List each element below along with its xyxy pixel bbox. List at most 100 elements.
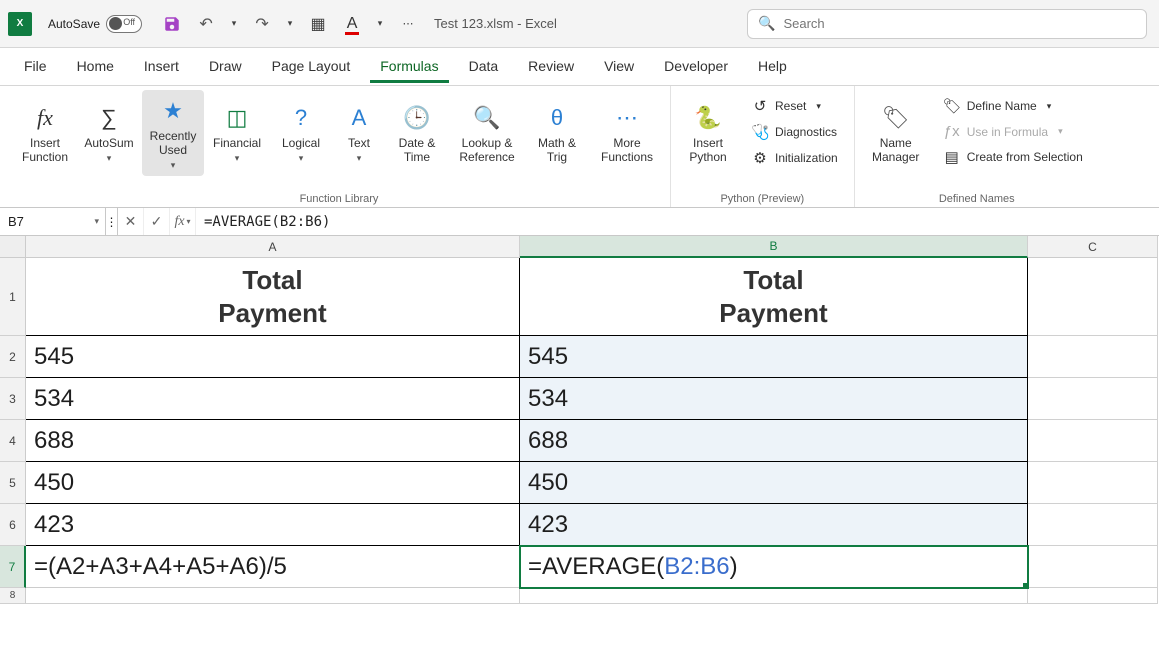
undo-button[interactable]: ↶ (194, 12, 218, 36)
cell-C5[interactable] (1028, 462, 1158, 504)
cell-B5[interactable]: 450 (520, 462, 1028, 504)
insert-function-button[interactable]: fx Insert Function (14, 90, 76, 176)
cell-A1[interactable]: TotalPayment (26, 258, 520, 336)
create-selection-icon: ▤ (943, 148, 961, 166)
worksheet-grid[interactable]: A B C 1 TotalPayment TotalPayment 2 545 … (0, 236, 1159, 653)
row-header-8[interactable]: 8 (0, 588, 26, 604)
tab-home[interactable]: Home (67, 52, 124, 83)
logical-button[interactable]: ? Logical▾ (270, 90, 332, 176)
cell-B7[interactable]: =AVERAGE(B2:B6) (520, 546, 1028, 588)
tab-view[interactable]: View (594, 52, 644, 83)
search-box[interactable]: 🔍 (747, 9, 1147, 39)
cell-B6[interactable]: 423 (520, 504, 1028, 546)
cancel-formula-button[interactable]: ✕ (118, 208, 144, 235)
row-header-4[interactable]: 4 (0, 420, 26, 462)
cell-A2[interactable]: 545 (26, 336, 520, 378)
redo-button[interactable]: ↷ (250, 12, 274, 36)
tab-review[interactable]: Review (518, 52, 584, 83)
row-header-3[interactable]: 3 (0, 378, 26, 420)
cell-C3[interactable] (1028, 378, 1158, 420)
row-header-6[interactable]: 6 (0, 504, 26, 546)
cell-B8[interactable] (520, 588, 1028, 604)
select-all-corner[interactable] (0, 236, 26, 258)
autosave-toggle[interactable]: Off (106, 15, 142, 33)
diagnostics-button[interactable]: 🩺 Diagnostics (745, 120, 844, 144)
reset-icon: ↺ (751, 97, 769, 115)
tab-help[interactable]: Help (748, 52, 797, 83)
redo-dropdown[interactable]: ▾ (284, 12, 296, 36)
cell-A6[interactable]: 423 (26, 504, 520, 546)
cell-C1[interactable] (1028, 258, 1158, 336)
lookup-icon: 🔍 (472, 103, 502, 133)
init-icon: ⚙ (751, 149, 769, 167)
diagnostics-icon: 🩺 (751, 123, 769, 141)
cell-C6[interactable] (1028, 504, 1158, 546)
cell-B2[interactable]: 545 (520, 336, 1028, 378)
cell-C4[interactable] (1028, 420, 1158, 462)
cell-A4[interactable]: 688 (26, 420, 520, 462)
tab-page-layout[interactable]: Page Layout (262, 52, 361, 83)
custom-qat-button[interactable]: ▦ (306, 12, 330, 36)
tab-draw[interactable]: Draw (199, 52, 252, 83)
cell-B1[interactable]: TotalPayment (520, 258, 1028, 336)
cell-A5[interactable]: 450 (26, 462, 520, 504)
cell-B3[interactable]: 534 (520, 378, 1028, 420)
font-color-button[interactable]: A (340, 12, 364, 36)
cell-A7[interactable]: =(A2+A3+A4+A5+A6)/5 (26, 546, 520, 588)
column-header-B[interactable]: B (520, 236, 1028, 258)
autosave-label: AutoSave (48, 17, 100, 31)
tab-formulas[interactable]: Formulas (370, 52, 448, 83)
qat-overflow[interactable]: ⋯ (396, 12, 420, 36)
fx-button[interactable]: fx▾ (170, 208, 196, 235)
recently-used-button[interactable]: ★ Recently Used▾ (142, 90, 204, 176)
cell-A8[interactable] (26, 588, 520, 604)
group-label: Defined Names (939, 193, 1015, 205)
reset-button[interactable]: ↺ Reset▾ (745, 94, 844, 118)
tab-file[interactable]: File (14, 52, 57, 83)
python-icon: 🐍 (693, 103, 723, 133)
group-label: Python (Preview) (720, 193, 804, 205)
cell-A3[interactable]: 534 (26, 378, 520, 420)
more-functions-button[interactable]: ⋯ More Functions (590, 90, 664, 176)
ribbon-tabs: File Home Insert Draw Page Layout Formul… (0, 48, 1159, 86)
define-name-icon: 🏷 (943, 97, 961, 115)
initialization-button[interactable]: ⚙ Initialization (745, 146, 844, 170)
tab-developer[interactable]: Developer (654, 52, 738, 83)
more-icon: ⋯ (612, 103, 642, 133)
save-button[interactable] (160, 12, 184, 36)
insert-python-button[interactable]: 🐍 Insert Python (677, 90, 739, 176)
create-from-selection-button[interactable]: ▤ Create from Selection (937, 145, 1089, 169)
cell-B4[interactable]: 688 (520, 420, 1028, 462)
font-color-icon: A (347, 15, 358, 33)
name-manager-button[interactable]: 🏷 Name Manager (861, 90, 931, 176)
define-name-button[interactable]: 🏷 Define Name▾ (937, 94, 1089, 118)
text-button[interactable]: A Text▾ (334, 90, 384, 176)
accept-formula-button[interactable]: ✓ (144, 208, 170, 235)
undo-dropdown[interactable]: ▾ (228, 12, 240, 36)
column-header-C[interactable]: C (1028, 236, 1158, 258)
date-time-button[interactable]: 🕒 Date & Time (386, 90, 448, 176)
text-icon: A (344, 103, 374, 133)
tab-insert[interactable]: Insert (134, 52, 189, 83)
fx-icon: fx (174, 214, 184, 230)
search-input[interactable] (783, 16, 1136, 31)
group-function-library: fx Insert Function ∑ AutoSum▾ ★ Recently… (8, 86, 670, 207)
name-box[interactable]: B7▾ (0, 208, 106, 235)
formula-input[interactable] (196, 208, 1159, 235)
font-color-dropdown[interactable]: ▾ (374, 12, 386, 36)
row-header-7[interactable]: 7 (0, 546, 26, 588)
autosum-button[interactable]: ∑ AutoSum▾ (78, 90, 140, 176)
row-header-2[interactable]: 2 (0, 336, 26, 378)
math-trig-button[interactable]: θ Math & Trig (526, 90, 588, 176)
cell-C7[interactable] (1028, 546, 1158, 588)
fx-icon: fx (30, 103, 60, 133)
cell-C8[interactable] (1028, 588, 1158, 604)
cell-C2[interactable] (1028, 336, 1158, 378)
tab-data[interactable]: Data (459, 52, 509, 83)
redo-icon: ↷ (255, 14, 268, 34)
row-header-1[interactable]: 1 (0, 258, 26, 336)
column-header-A[interactable]: A (26, 236, 520, 258)
financial-button[interactable]: ◫ Financial▾ (206, 90, 268, 176)
row-header-5[interactable]: 5 (0, 462, 26, 504)
lookup-reference-button[interactable]: 🔍 Lookup & Reference (450, 90, 524, 176)
